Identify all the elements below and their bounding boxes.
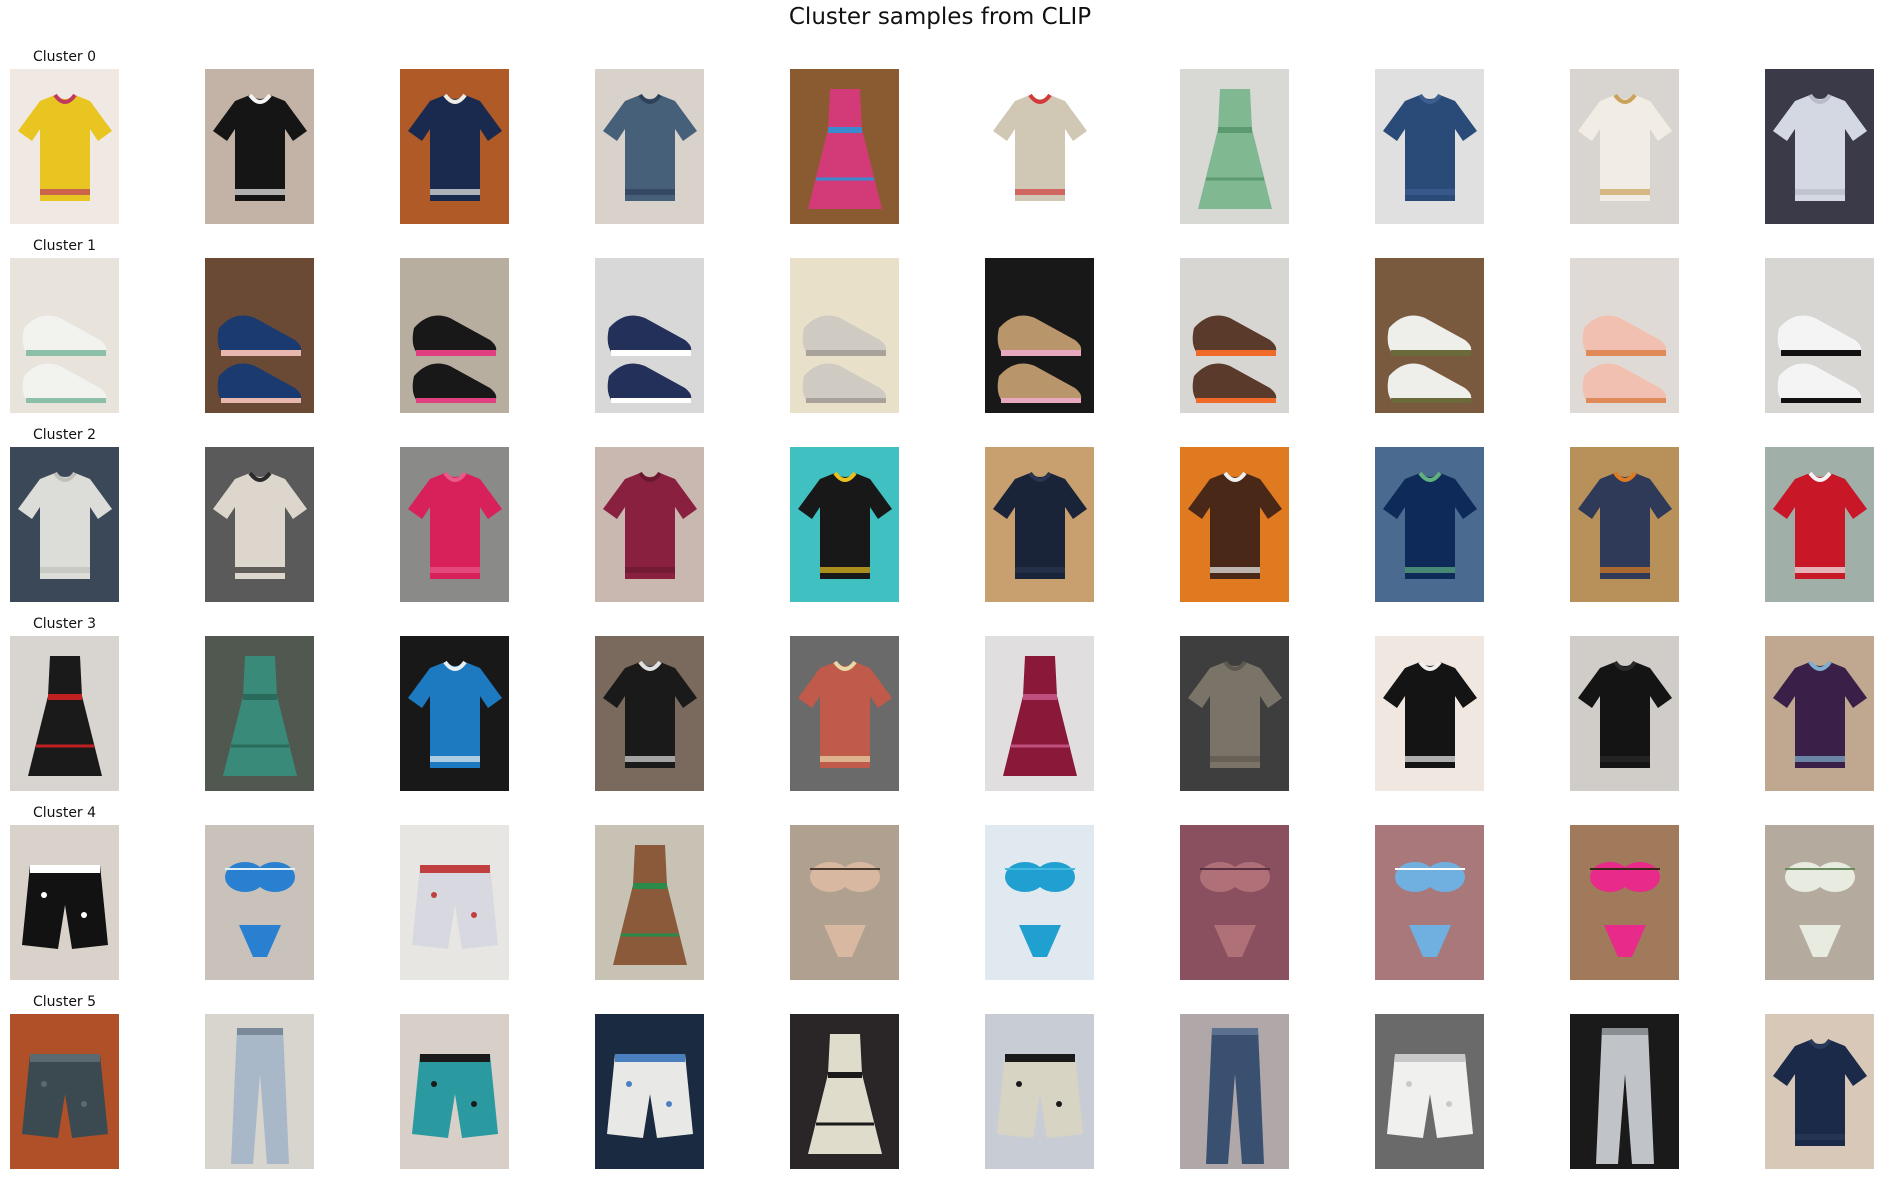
sample-image — [1180, 825, 1289, 980]
sample-image — [1765, 69, 1874, 224]
sample-image — [1570, 636, 1679, 791]
sample-image — [10, 258, 119, 413]
sample-image — [1570, 1014, 1679, 1169]
sample-image — [1180, 636, 1289, 791]
sample-image — [1180, 447, 1289, 602]
sample-image — [1180, 258, 1289, 413]
sample-image — [1180, 69, 1289, 224]
sample-image — [400, 69, 509, 224]
sample-image — [1765, 447, 1874, 602]
sample-image — [400, 258, 509, 413]
sample-image — [985, 1014, 1094, 1169]
cluster-label: Cluster 2 — [33, 427, 97, 443]
sample-image — [1570, 825, 1679, 980]
sample-image — [1570, 258, 1679, 413]
sample-image — [595, 69, 704, 224]
sample-image — [1180, 1014, 1289, 1169]
sample-image — [1765, 825, 1874, 980]
sample-image — [205, 1014, 314, 1169]
sample-image — [205, 636, 314, 791]
sample-image — [1375, 69, 1484, 224]
sample-image — [985, 447, 1094, 602]
sample-image — [595, 1014, 704, 1169]
sample-image — [790, 447, 899, 602]
sample-image — [205, 447, 314, 602]
sample-image — [790, 69, 899, 224]
sample-image — [1375, 447, 1484, 602]
cluster-grid: Cluster 0 Cluster 1 Cluster 2 Cluster 3 … — [0, 0, 1880, 1180]
cluster-label: Cluster 4 — [33, 805, 97, 821]
sample-image — [595, 825, 704, 980]
sample-image — [595, 447, 704, 602]
sample-image — [985, 825, 1094, 980]
cluster-label: Cluster 1 — [33, 238, 97, 254]
sample-image — [1765, 1014, 1874, 1169]
sample-image — [985, 258, 1094, 413]
sample-image — [400, 636, 509, 791]
sample-image — [790, 825, 899, 980]
sample-image — [790, 636, 899, 791]
sample-image — [1570, 69, 1679, 224]
cluster-label: Cluster 3 — [33, 616, 97, 632]
sample-image — [595, 636, 704, 791]
sample-image — [400, 447, 509, 602]
sample-image — [595, 258, 704, 413]
sample-image — [1375, 825, 1484, 980]
sample-image — [400, 825, 509, 980]
sample-image — [10, 825, 119, 980]
sample-image — [10, 636, 119, 791]
sample-image — [1570, 447, 1679, 602]
sample-image — [985, 636, 1094, 791]
sample-image — [790, 1014, 899, 1169]
sample-image — [1765, 258, 1874, 413]
sample-image — [1375, 258, 1484, 413]
sample-image — [400, 1014, 509, 1169]
cluster-label: Cluster 5 — [33, 994, 97, 1010]
sample-image — [10, 1014, 119, 1169]
sample-image — [1375, 1014, 1484, 1169]
sample-image — [1765, 636, 1874, 791]
sample-image — [10, 69, 119, 224]
sample-image — [205, 825, 314, 980]
sample-image — [790, 258, 899, 413]
sample-image — [1375, 636, 1484, 791]
sample-image — [205, 69, 314, 224]
sample-image — [205, 258, 314, 413]
sample-image — [10, 447, 119, 602]
sample-image — [985, 69, 1094, 224]
cluster-label: Cluster 0 — [33, 49, 97, 65]
